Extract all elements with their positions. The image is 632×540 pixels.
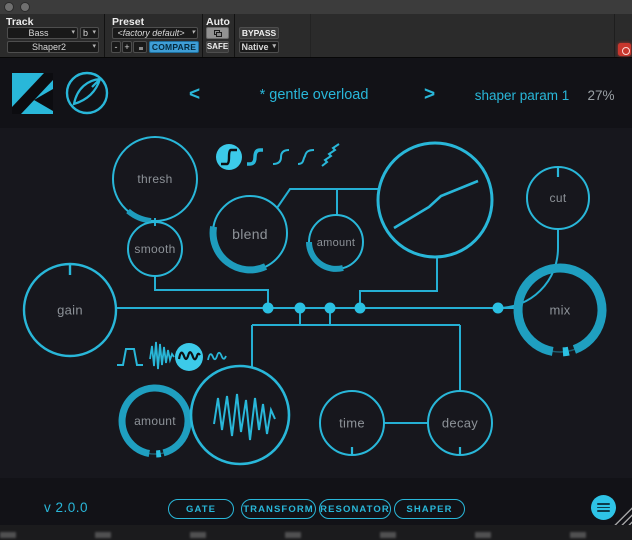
knob-mix-indicator (562, 346, 570, 357)
preset-next-button[interactable]: + (122, 41, 132, 53)
wave-icon-trapezoid[interactable] (117, 348, 143, 366)
transfer-curve-line (393, 179, 479, 230)
patch-cables (116, 188, 559, 424)
product-circle-logo-icon (65, 71, 109, 115)
auto-safe-button[interactable]: SAFE (206, 41, 229, 53)
knob-label-mix: mix (549, 302, 571, 318)
plugin-window: < * gentle overload > shaper param 1 27% (0, 58, 632, 525)
knob-label-blend: blend (232, 226, 268, 242)
preset-copy-button[interactable] (133, 41, 147, 53)
knob-label-cut: cut (549, 191, 567, 205)
format-select[interactable]: Native (239, 41, 279, 53)
knob-label-amount-top: amount (316, 237, 356, 249)
hamburger-menu-button[interactable] (591, 495, 616, 520)
target-window-icon[interactable] (618, 43, 631, 56)
knob-thresh-indicator (126, 208, 152, 224)
wave-icon-burst[interactable] (149, 341, 175, 370)
shape-icon-thick-s-curve[interactable] (247, 148, 263, 166)
window-title-bar (0, 0, 632, 14)
bypass-button[interactable]: BYPASS (239, 27, 279, 39)
active-param-value: 27% (587, 88, 615, 103)
desktop-background-strip (0, 525, 632, 540)
wave-icon-squiggle-selected[interactable] (175, 343, 203, 371)
preset-prev-button[interactable]: - (111, 41, 121, 53)
track-letter-select[interactable]: b (80, 27, 99, 39)
knob-label-time: time (339, 415, 365, 431)
preset-select[interactable]: <factory default> (112, 27, 198, 39)
shape-icon-step-curve[interactable] (216, 144, 242, 170)
track-select[interactable]: Bass (7, 27, 78, 39)
version-label: v 2.0.0 (44, 500, 89, 515)
shape-icon-kinked-s-curve[interactable] (297, 149, 315, 165)
window-minimize-icon[interactable] (20, 2, 30, 12)
tab-shaper[interactable]: SHAPER (394, 499, 465, 519)
preset-next-arrow[interactable]: > (424, 84, 435, 106)
knob-label-gain: gain (57, 302, 83, 318)
active-param-name: shaper param 1 (474, 88, 570, 103)
automation-button[interactable] (206, 27, 229, 39)
knob-label-decay: decay (441, 415, 479, 431)
waveform-display-line (213, 393, 276, 441)
tab-resonator[interactable]: RESONATOR (319, 499, 391, 519)
compare-button[interactable]: COMPARE (149, 41, 199, 53)
automation-pages-icon (213, 29, 222, 37)
window-close-icon[interactable] (4, 2, 14, 12)
knob-label-thresh: thresh (137, 172, 173, 186)
copy-pages-icon (136, 43, 144, 51)
plugin-slot-select[interactable]: Shaper2 (7, 41, 99, 53)
tab-transform[interactable]: TRANSFORM (241, 499, 316, 519)
preset-name[interactable]: * gentle overload (234, 87, 394, 103)
k-devices-logo-icon (12, 73, 53, 114)
shape-icon-jagged-curve[interactable] (321, 143, 340, 167)
shape-icon-smooth-s-curve[interactable] (272, 149, 290, 165)
wave-icon-noisy-sine[interactable] (207, 351, 227, 361)
knob-amount-bottom-indicator (155, 450, 162, 458)
tab-gate[interactable]: GATE (168, 499, 234, 519)
preset-prev-arrow[interactable]: < (189, 84, 200, 106)
patch-canvas (22, 136, 607, 466)
knob-label-amount-bottom: amount (134, 414, 176, 428)
daw-header: Track Bass b Shaper2 Preset <factory def… (0, 14, 632, 58)
knob-label-smooth: smooth (134, 242, 176, 256)
